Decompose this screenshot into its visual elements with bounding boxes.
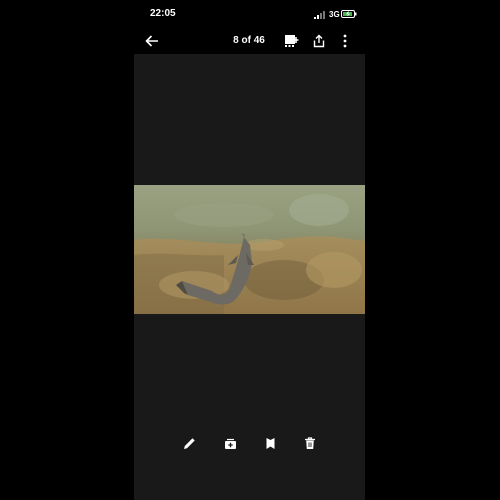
bookmark-icon — [266, 437, 274, 449]
cast-icon — [285, 35, 299, 47]
delete-button[interactable] — [301, 434, 319, 452]
add-to-album-button[interactable] — [221, 434, 239, 452]
cellular-signal-icon — [314, 11, 325, 19]
status-time: 22:05 — [150, 8, 176, 19]
bottom-toolbar — [134, 432, 365, 454]
trash-icon — [305, 436, 315, 449]
photo-image — [134, 185, 365, 314]
back-button[interactable] — [142, 31, 162, 51]
underwater-catfish-photo[interactable] — [134, 185, 365, 314]
more-vert-icon — [343, 34, 347, 48]
network-type-label: 3G — [329, 10, 340, 19]
share-button[interactable] — [309, 31, 329, 51]
edit-button[interactable] — [180, 434, 198, 452]
share-icon — [313, 34, 325, 48]
add-to-album-icon — [224, 438, 236, 449]
cast-button[interactable] — [282, 31, 302, 51]
photo-viewer-screen: 22:05 3G 8 of 46 — [0, 0, 500, 500]
bookmark-button[interactable] — [261, 434, 279, 452]
top-app-bar: 8 of 46 — [134, 28, 365, 54]
arrow-left-icon — [145, 35, 158, 47]
more-options-button[interactable] — [335, 31, 355, 51]
battery-charging-icon — [341, 10, 357, 18]
pencil-icon — [183, 437, 195, 449]
photo-counter: 8 of 46 — [233, 35, 265, 46]
status-bar: 22:05 3G — [134, 5, 365, 23]
